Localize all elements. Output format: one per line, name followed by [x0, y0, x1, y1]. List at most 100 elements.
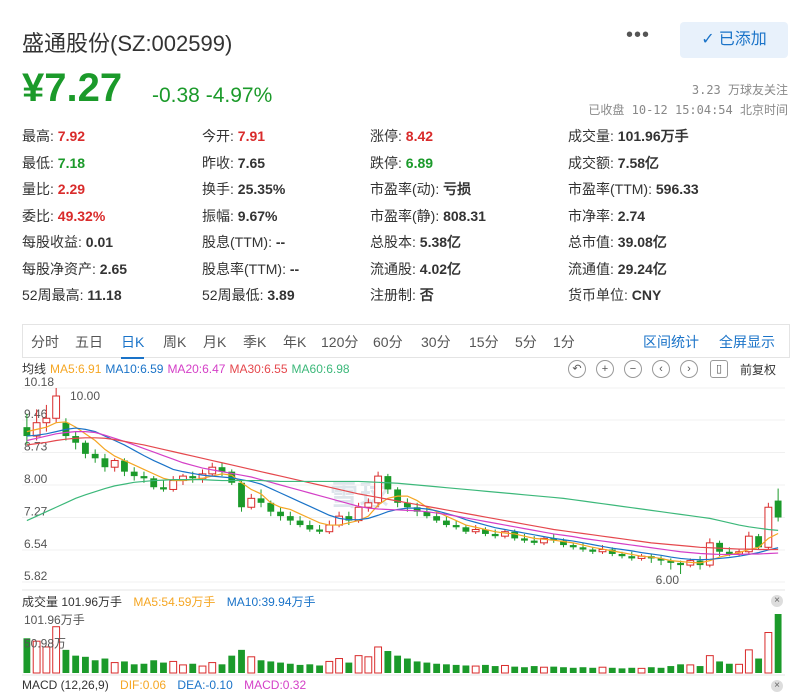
volume-bar [335, 658, 343, 674]
ma30-line [26, 437, 779, 551]
candle-body [101, 458, 109, 468]
volume-bar [413, 661, 421, 673]
candle-body [442, 520, 450, 526]
volume-max-label: 101.96万手 [24, 613, 85, 627]
ma5-line [26, 421, 779, 564]
volume-bar [452, 664, 460, 673]
volume-bar [345, 662, 353, 673]
volume-bar [394, 655, 402, 673]
volume-bar [657, 667, 665, 673]
volume-bar [306, 664, 314, 673]
candle-body [374, 475, 383, 504]
candle-body [91, 453, 99, 459]
macd-title: MACD (12,26,9) [22, 678, 109, 692]
candle-body [140, 476, 148, 479]
y-tick-label: 6.54 [24, 537, 48, 551]
volume-bar [198, 665, 207, 674]
candle-body [150, 478, 158, 488]
volume-bar [42, 646, 51, 674]
volume-bar [316, 665, 323, 673]
volume-bar [286, 663, 294, 673]
volume-bar [501, 664, 509, 674]
macd-legend: MACD (12,26,9) DIF:0.06 DEA:-0.10 MACD:0… [22, 678, 306, 692]
candle-body [110, 460, 119, 468]
volume-bar [140, 663, 148, 673]
y-tick-label: 8.00 [24, 472, 48, 486]
candle-body [82, 442, 89, 454]
volume-bar [647, 667, 655, 673]
volume-bar [579, 667, 587, 673]
volume-bar [110, 662, 119, 674]
volume-bar [696, 666, 704, 673]
volume-bar [91, 660, 99, 673]
volume-bar [247, 656, 256, 674]
volume-bar [433, 663, 441, 673]
candle-body [52, 395, 61, 419]
candle-body [286, 516, 294, 521]
candle-body [589, 549, 597, 552]
volume-bar [521, 667, 528, 673]
volume-bar [208, 662, 217, 674]
volume-bar [491, 666, 499, 673]
candle-body [433, 516, 441, 521]
candle-body [42, 417, 51, 424]
volume-bar [72, 655, 80, 673]
candle-body [628, 556, 636, 559]
volume-bar [511, 666, 519, 673]
volume-bar [403, 658, 411, 673]
volume-bar [735, 663, 744, 674]
candle-body [354, 506, 363, 522]
candle-body [325, 524, 334, 533]
volume-mid-label: 50.98万 [24, 637, 66, 651]
volume-bar [667, 666, 675, 673]
volume-bar [725, 663, 733, 673]
volume-bar [589, 667, 597, 673]
volume-bar [160, 662, 167, 673]
volume-bar [267, 661, 275, 673]
candle-body [530, 540, 538, 543]
ma10-line [26, 427, 779, 561]
volume-bar [569, 667, 577, 673]
volume-bar [228, 655, 236, 673]
volume-bar [686, 664, 695, 674]
candle-body [189, 476, 197, 479]
volume-bar [354, 655, 363, 674]
volume-bar [560, 667, 567, 673]
volume-bar [82, 656, 89, 673]
volume-bar [598, 666, 607, 674]
volume-bar [442, 664, 450, 673]
macd-dif: DIF:0.06 [120, 678, 167, 692]
volume-bar [169, 660, 178, 674]
volume-bar [296, 664, 304, 673]
candle-body [247, 497, 256, 508]
volume-bar [755, 658, 763, 673]
candle-body [579, 547, 587, 550]
volume-bar [716, 661, 723, 673]
candle-body [716, 542, 723, 552]
macd-value: MACD:0.32 [244, 678, 307, 692]
close-volume-icon[interactable]: × [771, 595, 783, 607]
volume-legend: 成交量 101.96万手 MA5:54.59万手 MA10:39.94万手 [22, 593, 316, 610]
y-tick-label: 10.18 [24, 375, 54, 389]
candle-body [238, 482, 245, 508]
candle-body [725, 551, 733, 554]
candle-body [569, 545, 577, 548]
volume-bar [628, 667, 636, 673]
volume-bar [384, 651, 392, 673]
volume-bar [608, 667, 616, 673]
volume-bar [540, 666, 548, 674]
candle-body [169, 480, 178, 490]
close-macd-icon[interactable]: × [771, 680, 783, 692]
ma20-line [26, 431, 779, 556]
high-mark: 10.00 [70, 389, 100, 403]
y-tick-label: 5.82 [24, 569, 48, 583]
candle-body [452, 525, 460, 528]
volume-bar [774, 614, 782, 673]
volume-bar [101, 658, 109, 673]
volume-bar [471, 665, 480, 674]
kline-chart[interactable]: 10.189.468.738.007.276.545.8210.006.0010… [0, 0, 800, 696]
volume-bar [150, 660, 158, 673]
volume-bar [550, 666, 558, 673]
volume-bar [677, 664, 684, 673]
volume-bar [277, 662, 284, 673]
